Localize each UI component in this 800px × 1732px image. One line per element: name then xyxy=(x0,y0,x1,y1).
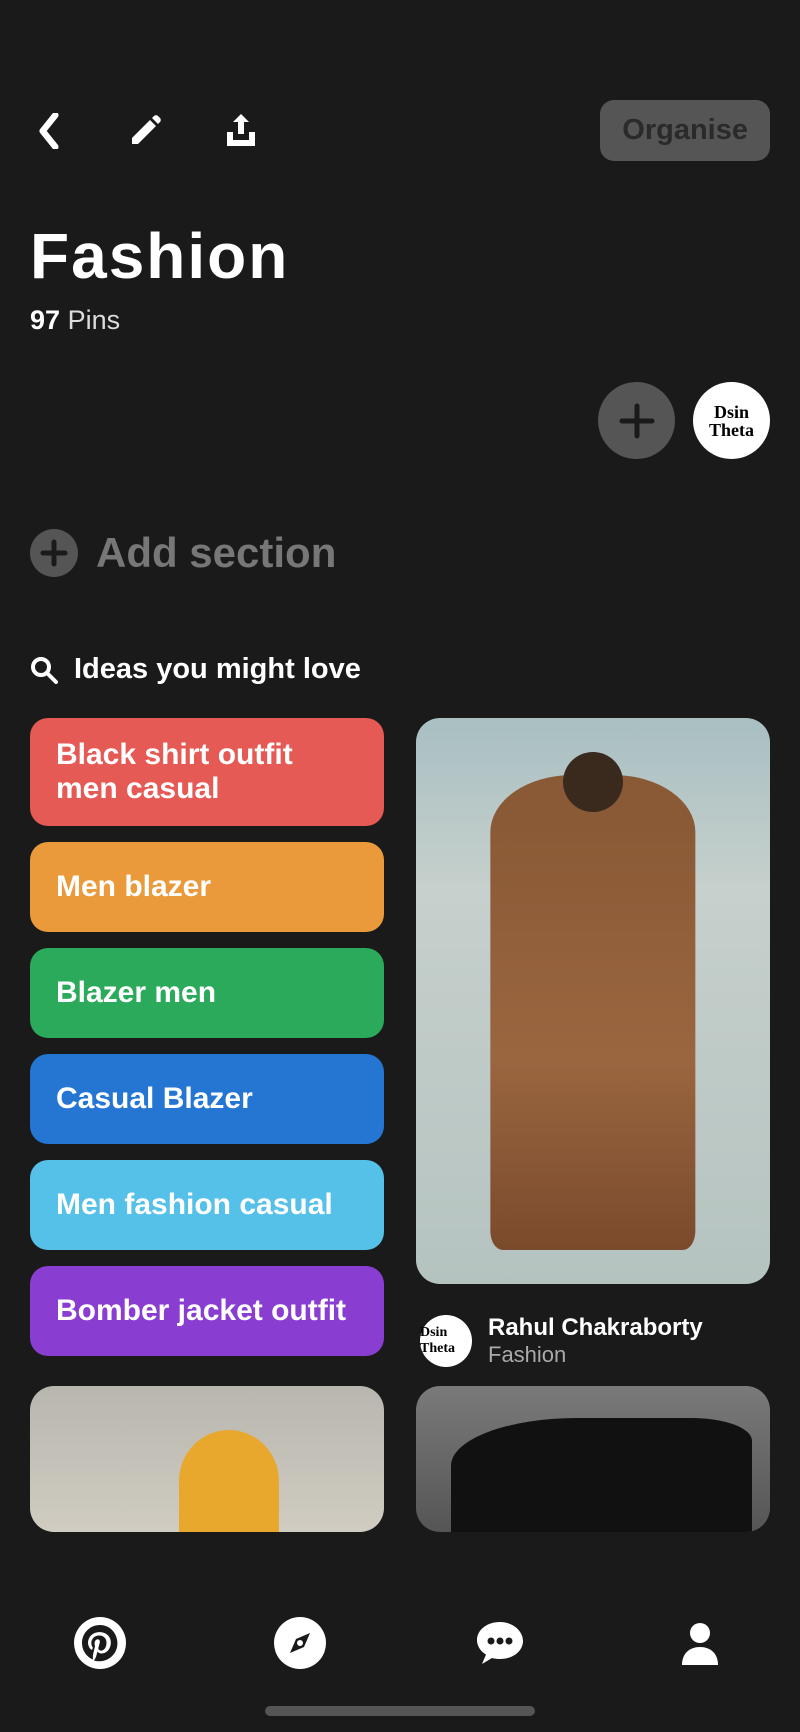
toolbar-left xyxy=(30,112,260,150)
ideas-header: Ideas you might love xyxy=(0,577,800,686)
nav-notifications-icon[interactable] xyxy=(473,1616,527,1670)
idea-chip[interactable]: Men fashion casual xyxy=(30,1160,384,1250)
edit-icon[interactable] xyxy=(126,112,164,150)
pins-column: Dsin Theta Rahul Chakraborty Fashion xyxy=(416,718,770,1368)
nav-home-icon[interactable] xyxy=(73,1616,127,1670)
idea-chip[interactable]: Casual Blazer xyxy=(30,1054,384,1144)
back-icon[interactable] xyxy=(30,112,68,150)
board-title: Fashion xyxy=(0,161,800,299)
owner-avatar[interactable]: Dsin Theta xyxy=(693,382,770,459)
idea-chip[interactable]: Bomber jacket outfit xyxy=(30,1266,384,1356)
add-section-label: Add section xyxy=(96,529,336,577)
nav-profile-icon[interactable] xyxy=(673,1616,727,1670)
home-indicator xyxy=(265,1706,535,1716)
pin-meta-text: Rahul Chakraborty Fashion xyxy=(488,1314,703,1368)
pins-column-left xyxy=(30,1386,384,1532)
pin-image[interactable] xyxy=(416,718,770,1284)
ideas-header-label: Ideas you might love xyxy=(74,653,361,686)
pin-count-number: 97 xyxy=(30,305,60,335)
idea-chip[interactable]: Blazer men xyxy=(30,948,384,1038)
pin-meta[interactable]: Dsin Theta Rahul Chakraborty Fashion xyxy=(416,1300,770,1368)
add-section-row[interactable]: Add section xyxy=(0,459,800,577)
pin-board-name: Fashion xyxy=(488,1342,703,1368)
nav-explore-icon[interactable] xyxy=(273,1616,327,1670)
ideas-column: Black shirt outfit men casual Men blazer… xyxy=(30,718,384,1368)
add-section-icon xyxy=(30,529,78,577)
pins-column-right xyxy=(416,1386,770,1532)
idea-chip[interactable]: Men blazer xyxy=(30,842,384,932)
pin-image[interactable] xyxy=(30,1386,384,1532)
pin-count: 97 Pins xyxy=(0,299,800,342)
bottom-nav xyxy=(0,1590,800,1732)
collaborators-row: Dsin Theta xyxy=(0,342,800,459)
pin-author-avatar: Dsin Theta xyxy=(420,1315,472,1367)
add-collaborator-button[interactable] xyxy=(598,382,675,459)
search-icon xyxy=(30,656,58,684)
organise-button[interactable]: Organise xyxy=(600,100,770,161)
pin-count-label: Pins xyxy=(68,305,121,335)
toolbar: Organise xyxy=(0,0,800,161)
content-grid: Black shirt outfit men casual Men blazer… xyxy=(0,686,800,1368)
idea-chip[interactable]: Black shirt outfit men casual xyxy=(30,718,384,826)
pin-author-name: Rahul Chakraborty xyxy=(488,1314,703,1342)
pin-image[interactable] xyxy=(416,1386,770,1532)
share-icon[interactable] xyxy=(222,112,260,150)
pin-row-secondary xyxy=(0,1368,800,1532)
